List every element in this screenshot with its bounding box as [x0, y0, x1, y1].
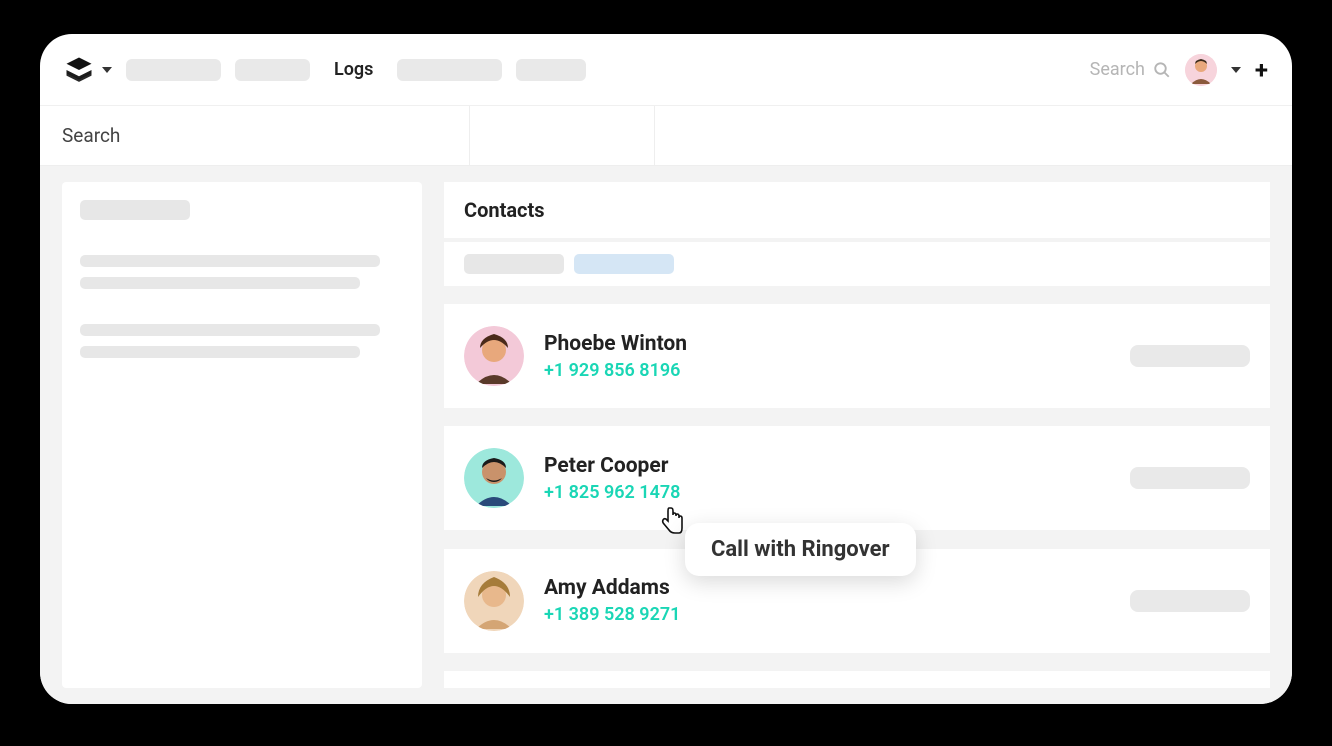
contact-avatar — [464, 326, 524, 386]
global-search[interactable]: Search — [1090, 59, 1171, 80]
contact-action-placeholder — [1130, 345, 1250, 367]
contact-avatar — [464, 571, 524, 631]
body-area: Contacts Phoebe Winton +1 — [40, 166, 1292, 704]
call-tooltip[interactable]: Call with Ringover — [685, 523, 916, 576]
contact-action-placeholder — [1130, 590, 1250, 612]
section-title: Contacts — [444, 182, 1270, 238]
chevron-down-icon — [102, 67, 112, 73]
contact-name: Peter Cooper — [544, 454, 1110, 478]
contact-card[interactable]: Phoebe Winton +1 929 856 8196 — [444, 304, 1270, 408]
search-label: Search — [1090, 59, 1145, 80]
main-area: Contacts Phoebe Winton +1 — [444, 182, 1270, 688]
contact-name: Phoebe Winton — [544, 332, 1110, 356]
filter-placeholder — [464, 254, 564, 274]
logo-block[interactable] — [64, 55, 112, 85]
sidebar-placeholder — [80, 324, 380, 336]
app-window: Logs Search — [40, 34, 1292, 704]
search-icon — [1153, 61, 1171, 79]
user-avatar[interactable] — [1185, 54, 1217, 86]
contact-action-placeholder — [1130, 467, 1250, 489]
sidebar-placeholder — [80, 200, 190, 220]
sidebar-placeholder — [80, 255, 380, 267]
filter-placeholder-active — [574, 254, 674, 274]
nav-placeholder — [126, 59, 221, 81]
contact-phone[interactable]: +1 825 962 1478 — [544, 482, 1110, 503]
chevron-down-icon[interactable] — [1231, 67, 1241, 73]
contact-phone[interactable]: +1 389 528 9271 — [544, 604, 1110, 625]
nav-placeholder — [516, 59, 586, 81]
contact-card-stub — [444, 671, 1270, 688]
sub-tab-placeholder — [470, 106, 655, 165]
stack-icon — [64, 55, 94, 85]
contact-avatar — [464, 448, 524, 508]
sidebar-placeholder — [80, 277, 360, 289]
nav-placeholder — [235, 59, 310, 81]
nav-placeholder — [397, 59, 502, 81]
sub-tabs: Search — [40, 106, 1292, 166]
sub-tab-search-label: Search — [62, 124, 120, 147]
topbar: Logs Search — [40, 34, 1292, 106]
filter-row — [444, 242, 1270, 286]
nav-logs[interactable]: Logs — [324, 59, 383, 80]
contact-phone[interactable]: +1 929 856 8196 — [544, 360, 1110, 381]
sub-tab-search[interactable]: Search — [40, 106, 470, 165]
contact-card[interactable]: Peter Cooper +1 825 962 1478 — [444, 426, 1270, 530]
sidebar — [62, 182, 422, 688]
contact-name: Amy Addams — [544, 576, 1110, 600]
sidebar-placeholder — [80, 346, 360, 358]
add-button[interactable]: + — [1255, 56, 1268, 84]
